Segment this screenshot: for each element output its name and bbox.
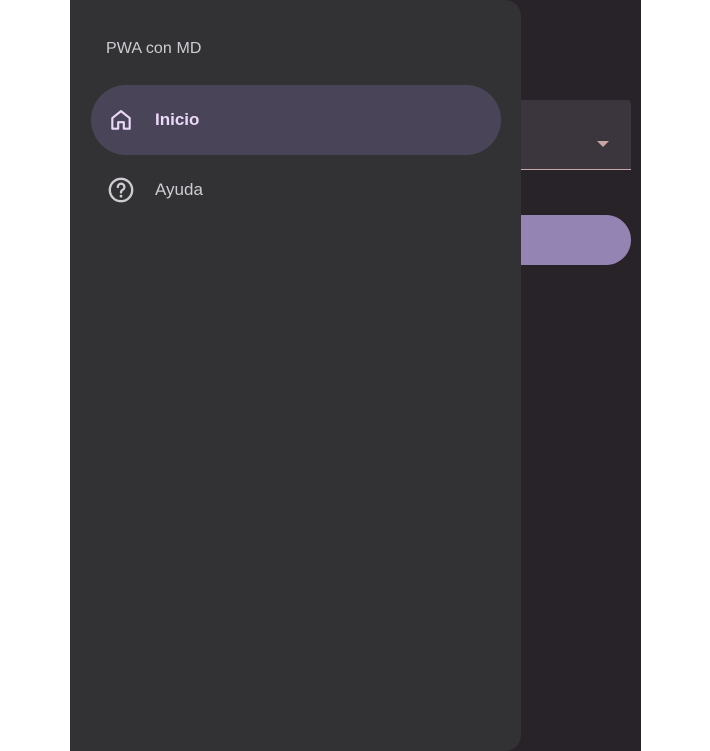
nav-item-inicio[interactable]: Inicio bbox=[91, 85, 501, 155]
help-circle-icon bbox=[107, 176, 135, 204]
nav-item-ayuda[interactable]: Ayuda bbox=[91, 155, 501, 225]
navigation-drawer: PWA con MD Inicio Ayuda bbox=[70, 0, 521, 751]
nav-item-label: Inicio bbox=[155, 110, 200, 129]
nav-item-label: Ayuda bbox=[155, 180, 203, 199]
app-viewport: PWA con MD Inicio Ayuda bbox=[70, 0, 641, 751]
home-icon bbox=[107, 106, 135, 134]
dropdown-arrow-icon[interactable] bbox=[597, 141, 609, 147]
drawer-headline: PWA con MD bbox=[106, 40, 202, 57]
